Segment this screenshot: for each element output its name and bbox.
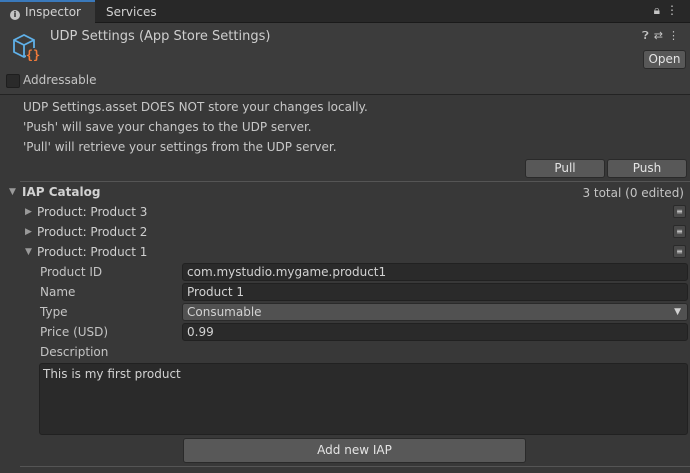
foldout-collapsed-icon: ▶	[25, 207, 32, 217]
addressable-label: Addressable	[23, 73, 97, 87]
product-label: Product: Product 2	[37, 225, 148, 239]
info-icon: i	[10, 10, 20, 20]
type-label: Type	[40, 305, 68, 319]
info-text-line: UDP Settings.asset DOES NOT store your c…	[23, 100, 368, 114]
product-id-field[interactable]: com.mystudio.mygame.product1	[182, 263, 688, 281]
help-icon[interactable]: ❓︎	[642, 29, 654, 42]
info-text-line: 'Pull' will retrieve your settings from …	[23, 140, 337, 154]
foldout-expanded-icon: ▼	[9, 187, 16, 197]
type-dropdown[interactable]: Consumable ▼	[182, 303, 688, 321]
product-menu-icon[interactable]: ≡	[673, 225, 686, 238]
tab-inspector-label: Inspector	[25, 5, 81, 19]
tab-services-label: Services	[106, 5, 157, 19]
product-row[interactable]: ▶ Product: Product 2	[25, 225, 148, 239]
svg-text:{}: {}	[26, 48, 40, 62]
product-id-label: Product ID	[40, 265, 103, 279]
price-field[interactable]: 0.99	[182, 323, 688, 341]
product-label: Product: Product 3	[37, 205, 148, 219]
pull-button[interactable]: Pull	[525, 159, 605, 178]
description-label: Description	[40, 345, 109, 359]
product-row[interactable]: ▶ Product: Product 3	[25, 205, 148, 219]
product-menu-icon[interactable]: ≡	[673, 245, 686, 258]
tab-bar-icons: 🔒︎⋮	[654, 3, 684, 20]
foldout-expanded-icon: ▼	[25, 247, 32, 257]
tab-bar: i Inspector Services 🔒︎⋮	[0, 0, 690, 23]
push-button[interactable]: Push	[607, 159, 687, 178]
inspector-header: {} UDP Settings (App Store Settings) ❓︎⇄…	[0, 23, 690, 95]
tab-inspector[interactable]: i Inspector	[0, 0, 95, 23]
product-label: Product: Product 1	[37, 245, 148, 259]
header-icons: ❓︎⇄⋮	[642, 29, 684, 43]
chevron-down-icon: ▼	[674, 307, 681, 317]
description-textarea[interactable]: This is my first product	[39, 363, 688, 435]
page-title: UDP Settings (App Store Settings)	[50, 29, 271, 44]
iap-catalog-title: IAP Catalog	[22, 185, 101, 199]
price-label: Price (USD)	[40, 325, 109, 339]
name-label: Name	[40, 285, 76, 299]
product-row[interactable]: ▼ Product: Product 1	[25, 245, 148, 259]
product-menu-icon[interactable]: ≡	[673, 205, 686, 218]
lock-icon[interactable]: 🔒︎	[654, 3, 666, 17]
divider	[20, 181, 690, 182]
name-field[interactable]: Product 1	[182, 283, 688, 301]
more-icon[interactable]: ⋮	[668, 29, 684, 42]
addressable-checkbox[interactable]	[6, 74, 20, 88]
divider	[20, 466, 690, 467]
info-text-line: 'Push' will save your changes to the UDP…	[23, 120, 312, 134]
iap-catalog-foldout[interactable]: ▼ IAP Catalog	[9, 185, 101, 199]
tab-services[interactable]: Services	[96, 0, 166, 23]
udp-settings-asset-icon: {}	[13, 33, 40, 62]
type-value: Consumable	[187, 305, 262, 319]
open-button[interactable]: Open	[643, 50, 686, 69]
catalog-count: 3 total (0 edited)	[582, 186, 684, 200]
add-new-iap-button[interactable]: Add new IAP	[183, 438, 526, 463]
more-icon[interactable]: ⋮	[666, 3, 684, 17]
settings-sliders-icon[interactable]: ⇄	[654, 29, 668, 42]
foldout-collapsed-icon: ▶	[25, 227, 32, 237]
